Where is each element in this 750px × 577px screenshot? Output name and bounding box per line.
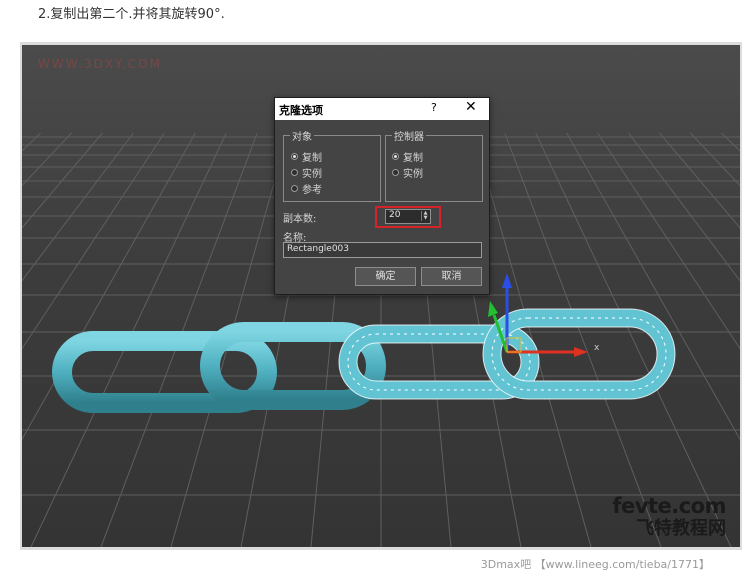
object-copy-radio[interactable]: 复制 <box>291 149 322 164</box>
help-icon[interactable]: ? <box>431 101 437 114</box>
copies-value[interactable]: 20 <box>389 210 400 220</box>
grid-line <box>22 132 41 152</box>
copies-label: 副本数: <box>283 214 317 225</box>
radio-icon <box>291 185 298 192</box>
radio-label: 复制 <box>403 153 423 164</box>
close-icon[interactable]: ✕ <box>465 99 477 115</box>
name-value[interactable]: Rectangle003 <box>287 244 349 254</box>
radio-icon <box>392 169 399 176</box>
grid-line <box>690 132 740 187</box>
spinner-down-icon[interactable]: ▼ <box>422 216 429 221</box>
controller-group-legend: 控制器 <box>394 132 424 143</box>
fevte-logo: fevte.com 飞特教程网 <box>596 494 726 540</box>
spinner-arrows[interactable]: ▲ ▼ <box>421 211 429 221</box>
radio-label: 参考 <box>302 185 322 196</box>
controller-copy-radio[interactable]: 复制 <box>392 149 423 164</box>
dialog-title: 克隆选项 <box>279 104 323 117</box>
logo-line-2: 飞特教程网 <box>636 518 726 539</box>
watermark-3dxy: WWW.3DXY.COM <box>38 57 163 71</box>
credit-watermark: 3Dmax吧 【www.lineeg.com/tieba/1771】 <box>480 558 710 571</box>
name-field[interactable]: Rectangle003 <box>283 242 482 258</box>
object-instance-radio[interactable]: 实例 <box>291 165 322 180</box>
radio-selected-icon <box>291 153 298 160</box>
radio-label: 实例 <box>302 169 322 180</box>
copies-spinner[interactable]: 20 ▲ ▼ <box>385 209 431 224</box>
radio-label: 复制 <box>302 153 322 164</box>
radio-selected-icon <box>392 153 399 160</box>
grid-line <box>22 132 72 187</box>
object-group-legend: 对象 <box>292 132 312 143</box>
grid-line <box>535 132 732 547</box>
grid-line <box>721 132 740 152</box>
radio-icon <box>291 169 298 176</box>
dialog-titlebar[interactable]: 克隆选项 ? ✕ <box>275 98 489 120</box>
svg-text:x: x <box>594 343 600 353</box>
step-title: 2.复制出第二个.并将其旋转90°. <box>38 7 225 22</box>
object-reference-radio[interactable]: 参考 <box>291 181 322 196</box>
clone-options-dialog: 克隆选项 ? ✕ 对象 复制 实例 参考 控制器 复制 实例 副本数: 20 ▲… <box>274 97 490 295</box>
ok-button[interactable]: 确定 <box>355 267 416 286</box>
radio-label: 实例 <box>403 169 423 180</box>
controller-instance-radio[interactable]: 实例 <box>392 165 423 180</box>
cancel-button[interactable]: 取消 <box>421 267 482 286</box>
